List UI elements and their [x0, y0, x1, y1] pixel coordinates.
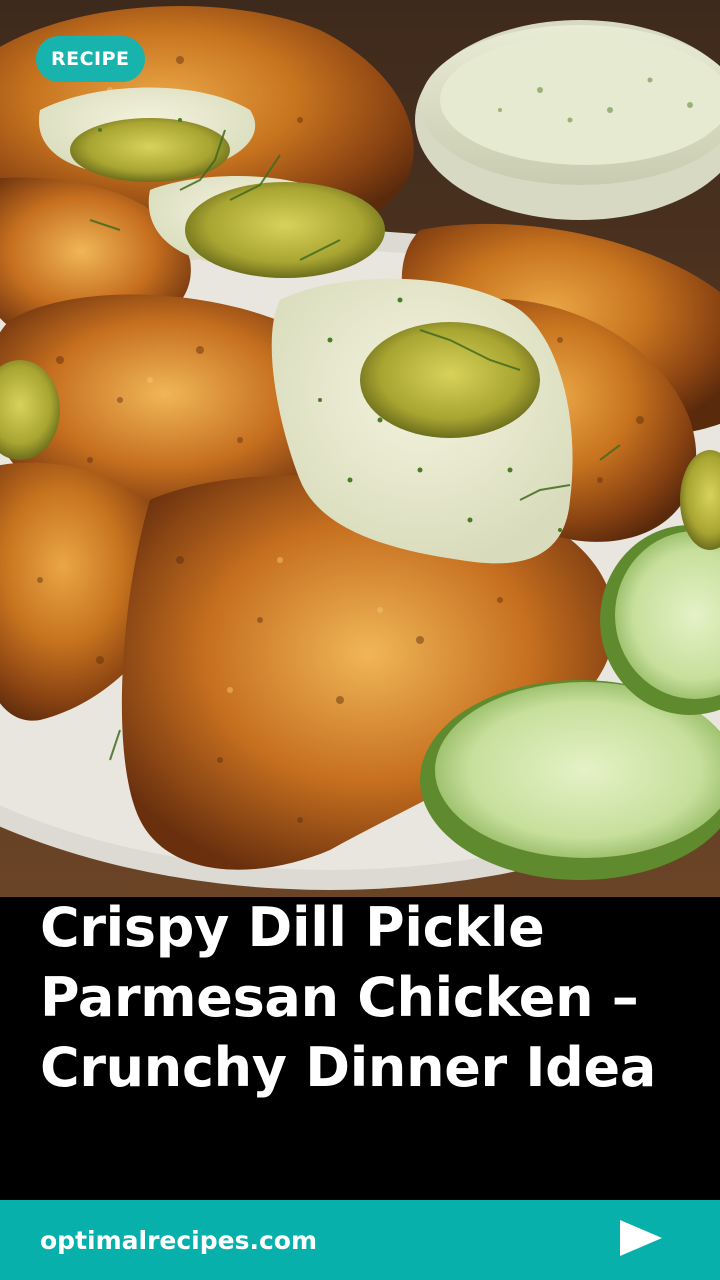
recipe-photo: RECIPE: [0, 0, 720, 897]
recipe-title[interactable]: Crispy Dill Pickle Parmesan Chicken – Cr…: [40, 893, 700, 1103]
title-line-3: Crunchy Dinner Idea: [40, 1036, 656, 1099]
play-icon[interactable]: [619, 1219, 663, 1257]
recipe-badge: RECIPE: [36, 36, 145, 82]
site-link[interactable]: optimalrecipes.com: [40, 1222, 317, 1260]
title-line-1: Crispy Dill Pickle: [40, 896, 545, 959]
title-line-2: Parmesan Chicken –: [40, 966, 639, 1029]
